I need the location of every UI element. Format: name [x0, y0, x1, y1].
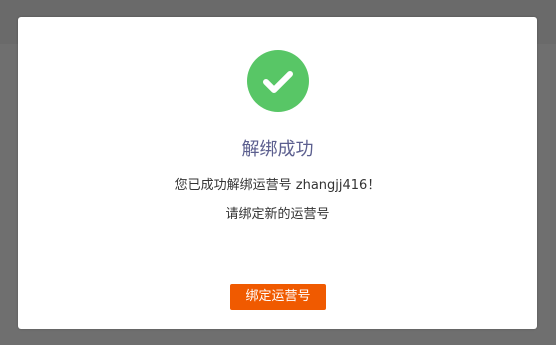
- check-mark-icon: [263, 71, 293, 93]
- dialog-title: 解绑成功: [241, 139, 314, 160]
- unbind-success-dialog: 解绑成功 您已成功解绑运营号 zhangjj416！ 请绑定新的运营号 绑定运营…: [18, 17, 537, 329]
- bind-operator-button[interactable]: 绑定运营号: [230, 284, 326, 310]
- check-circle-icon: [247, 50, 309, 112]
- success-message: 您已成功解绑运营号 zhangjj416！: [174, 178, 381, 193]
- bind-instruction: 请绑定新的运营号: [225, 207, 330, 222]
